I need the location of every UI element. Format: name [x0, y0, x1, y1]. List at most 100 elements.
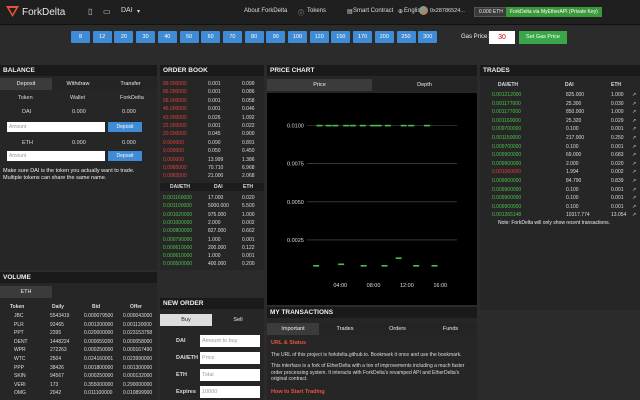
tab-depth[interactable]: Depth: [372, 79, 477, 91]
order-field-input[interactable]: 10000: [200, 386, 260, 398]
order-field-input[interactable]: Price: [200, 352, 260, 364]
gas-preset-button[interactable]: 70: [222, 31, 242, 43]
gas-preset-button[interactable]: 200: [374, 31, 394, 43]
gas-preset-button[interactable]: 20: [114, 31, 134, 43]
buy-order-row[interactable]: 0.000600000 20.000 0.012: [160, 269, 264, 271]
buy-order-row[interactable]: 0.000500000 400.000 0.200: [160, 260, 264, 268]
trade-row[interactable]: 0.009900000 0.100 0.001 ↗: [480, 194, 640, 202]
forkdelta-logo-icon[interactable]: [6, 5, 19, 18]
volume-row[interactable]: WPR 272263 0.000250000 0.000167490: [0, 346, 157, 354]
account-address[interactable]: 0x28786524...: [430, 8, 465, 14]
gas-preset-button[interactable]: 90: [266, 31, 286, 43]
external-link-icon[interactable]: ↗: [632, 91, 636, 99]
external-link-icon[interactable]: ↗: [632, 151, 636, 159]
dai-amount-input[interactable]: Amount: [7, 122, 105, 132]
smart-contract-link[interactable]: Smart Contract: [353, 8, 393, 14]
order-field-input[interactable]: Amount to buy: [200, 335, 260, 347]
trade-row[interactable]: 0.009900000 69.000 0.683 ↗: [480, 151, 640, 159]
brand-name[interactable]: ForkDelta: [22, 7, 65, 18]
external-link-icon[interactable]: ↗: [632, 194, 636, 202]
buy-order-row[interactable]: 0.001160000 17.000 0.020: [160, 194, 264, 202]
external-link-icon[interactable]: ↗: [632, 211, 636, 219]
trade-row[interactable]: 0.001212000 825.000 1.000 ↗: [480, 91, 640, 99]
external-link-icon[interactable]: ↗: [632, 168, 636, 176]
external-link-icon[interactable]: ↗: [632, 100, 636, 108]
trade-row[interactable]: 0.001160000 25.320 0.029 ↗: [480, 117, 640, 125]
gas-preset-button[interactable]: 40: [157, 31, 177, 43]
sell-order-row[interactable]: 9.000000 0.050 0.450: [160, 147, 264, 155]
volume-row[interactable]: VERI 173 0.355000000 0.290000000: [0, 381, 157, 389]
buy-order-row[interactable]: 0.000610000 200.000 0.122: [160, 244, 264, 252]
desktop-icon[interactable]: ▭: [103, 7, 111, 16]
sell-order-row[interactable]: 9.900000 0.090 0.891: [160, 139, 264, 147]
volume-row[interactable]: OMG 2042 0.011100000 0.010899900: [0, 389, 157, 397]
gas-price-input[interactable]: 30: [489, 31, 515, 44]
gas-preset-button[interactable]: 60: [201, 31, 221, 43]
buy-order-row[interactable]: 0.001020000 975.000 1.000: [160, 211, 264, 219]
volume-row[interactable]: PPT 2395 0.020000000 0.023153758: [0, 329, 157, 337]
account-type-badge[interactable]: ForkDelta via MyEtherAPI (Private Key): [506, 7, 602, 17]
trade-row[interactable]: 0.001177000 850.000 1.000 ↗: [480, 108, 640, 116]
external-link-icon[interactable]: ↗: [632, 203, 636, 211]
eth-amount-input[interactable]: Amount: [7, 151, 105, 161]
trade-row[interactable]: 0.009700000 0.100 0.001 ↗: [480, 143, 640, 151]
external-link-icon[interactable]: ↗: [632, 134, 636, 142]
gas-preset-button[interactable]: 170: [353, 31, 373, 43]
gas-preset-button[interactable]: 8: [71, 31, 90, 43]
price-chart-svg[interactable]: 0.0100 0.0075 0.0050 0.0025 04:00 08:00 12:00 1…: [267, 93, 477, 305]
gas-preset-button[interactable]: 12: [92, 31, 112, 43]
volume-row[interactable]: PLR 92465 0.001200000 0.001130000: [0, 321, 157, 329]
external-link-icon[interactable]: ↗: [632, 108, 636, 116]
gas-preset-button[interactable]: 80: [244, 31, 264, 43]
volume-row[interactable]: JBC 5543419 0.000079500 0.000043000: [0, 312, 157, 320]
external-link-icon[interactable]: ↗: [632, 177, 636, 185]
gas-preset-button[interactable]: 120: [309, 31, 329, 43]
buy-order-row[interactable]: 0.000790000 1.000 0.001: [160, 236, 264, 244]
tab-buy[interactable]: Buy: [160, 314, 212, 326]
volume-row[interactable]: PPP 38426 0.001800000 0.001300000: [0, 364, 157, 372]
tab-volume-eth[interactable]: ETH: [0, 286, 52, 298]
tab-price[interactable]: Price: [267, 79, 372, 91]
external-link-icon[interactable]: ↗: [632, 186, 636, 194]
sell-order-row[interactable]: 20.000000 0.045 0.900: [160, 130, 264, 138]
tab-withdraw[interactable]: Withdraw: [52, 78, 104, 90]
gas-preset-button[interactable]: 250: [396, 31, 416, 43]
sell-order-row[interactable]: 43.000000 0.026 1.092: [160, 114, 264, 122]
order-field-input[interactable]: Total: [200, 369, 260, 381]
sell-order-row[interactable]: 22.000000 0.001 0.022: [160, 122, 264, 130]
sell-order-row[interactable]: 58.000000 0.001 0.058: [160, 97, 264, 105]
trade-row[interactable]: 0.001150000 217.000 0.250 ↗: [480, 134, 640, 142]
tab-deposit[interactable]: Deposit: [0, 78, 52, 90]
trade-row[interactable]: 0.009700000 0.100 0.001 ↗: [480, 125, 640, 133]
external-link-icon[interactable]: ↗: [632, 160, 636, 168]
buy-order-row[interactable]: 0.001000000 2.000 0.002: [160, 219, 264, 227]
buy-order-row[interactable]: 0.000800000 827.000 0.662: [160, 227, 264, 235]
trade-row[interactable]: 0.001060000 1.994 0.002 ↗: [480, 168, 640, 176]
sell-order-row[interactable]: 99.000000 0.001 0.099: [160, 80, 264, 88]
volume-row[interactable]: SKIN 94567 0.000250000 0.000132000: [0, 372, 157, 380]
buy-order-row[interactable]: 0.001100000 5000.000 5.500: [160, 202, 264, 210]
set-gas-price-button[interactable]: Set Gas Price: [519, 31, 567, 44]
tab-transfer[interactable]: Transfer: [104, 78, 157, 90]
external-link-icon[interactable]: ↗: [632, 143, 636, 151]
tab-trades[interactable]: Trades: [319, 323, 371, 335]
gas-preset-button[interactable]: 50: [179, 31, 199, 43]
buy-order-row[interactable]: 0.000610000 1.000 0.001: [160, 252, 264, 260]
trade-row[interactable]: 0.001265148 10317.774 13.054 ↗: [480, 211, 640, 219]
tokens-menu[interactable]: Tokens: [307, 8, 326, 14]
sell-order-row[interactable]: 0.0985000 70.710 6.968: [160, 164, 264, 172]
trade-row[interactable]: 0.009900000 84.790 0.839 ↗: [480, 177, 640, 185]
tab-important[interactable]: Important: [267, 323, 319, 335]
sell-order-row[interactable]: 46.000000 0.001 0.046: [160, 105, 264, 113]
token-selector[interactable]: DAI: [121, 7, 133, 14]
tab-orders[interactable]: Orders: [371, 323, 424, 335]
trade-row[interactable]: 0.009900000 0.100 0.001 ↗: [480, 203, 640, 211]
trade-row[interactable]: 0.009900000 2.000 0.020 ↗: [480, 160, 640, 168]
deposit-dai-button[interactable]: Deposit: [108, 122, 142, 132]
external-link-icon[interactable]: ↗: [632, 125, 636, 133]
tab-sell[interactable]: Sell: [212, 314, 264, 326]
sell-order-row[interactable]: 86.000000 0.001 0.086: [160, 88, 264, 96]
trade-row[interactable]: 0.001177000 25.300 0.030 ↗: [480, 100, 640, 108]
sell-order-row[interactable]: 0.0982000 21.000 2.068: [160, 172, 264, 180]
volume-row[interactable]: DENT 1448224 0.000059200 0.000058000: [0, 338, 157, 346]
